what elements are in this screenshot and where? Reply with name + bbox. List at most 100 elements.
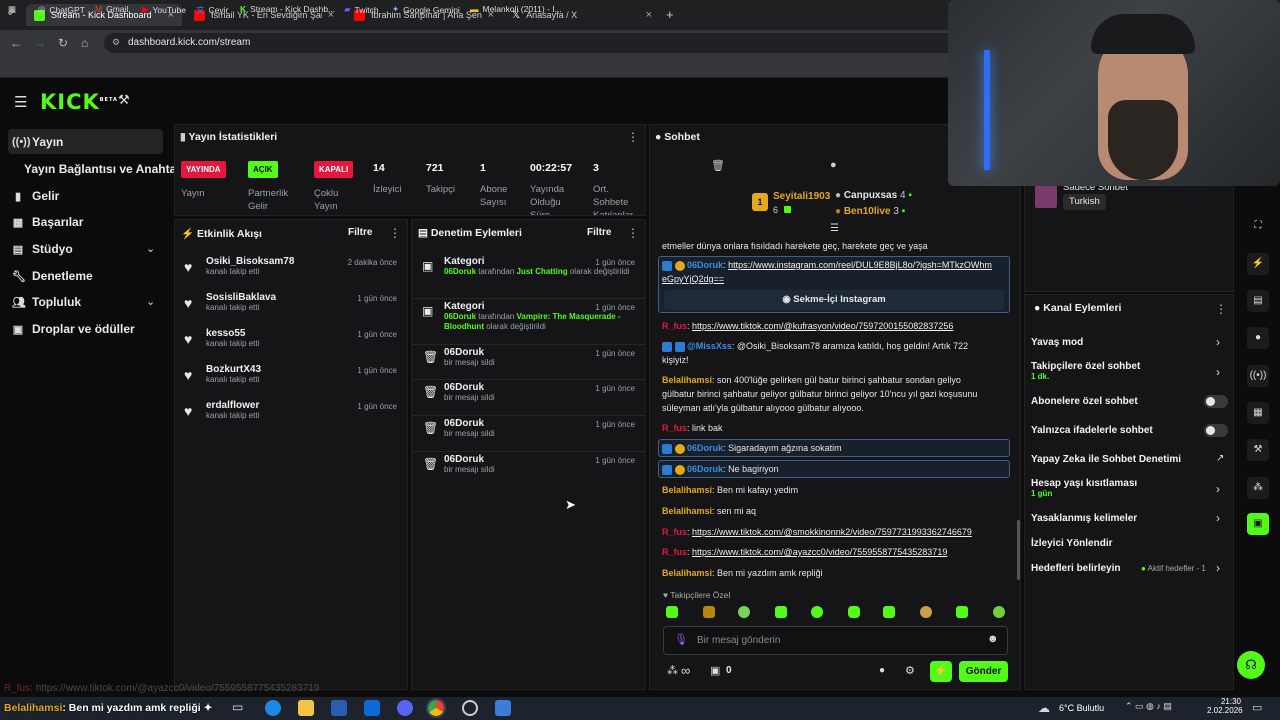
emote-icon[interactable] — [883, 606, 895, 618]
store-icon[interactable] — [331, 700, 347, 716]
url-field[interactable]: dashboard.kick.com/stream — [104, 33, 964, 53]
list-item[interactable]: ♥ SosisliBaklava kanalı takip etti 1 gün … — [175, 292, 407, 326]
chevron-down-icon[interactable]: ⌄ — [146, 295, 155, 308]
sidebar-item-studyo[interactable]: ▤ Stüdyo — [12, 242, 73, 256]
chevron-right-icon[interactable]: › — [1216, 561, 1220, 575]
bookmark-gemini[interactable]: ✦ Google Gemini — [392, 4, 460, 15]
people-icon[interactable]: ⁂ — [1247, 477, 1269, 499]
moderation-filter-button[interactable]: Filtre — [587, 227, 611, 238]
doc-icon[interactable]: ▤ — [1247, 290, 1269, 312]
action-ai-denetim[interactable]: Yapay Zeka ile Sohbet Denetimi — [1031, 454, 1181, 465]
chat-scrollbar[interactable] — [1017, 520, 1020, 580]
emote-icon[interactable] — [703, 606, 715, 618]
trash-icon[interactable]: 🗑︎ — [711, 159, 725, 172]
emote-icon[interactable] — [848, 606, 860, 618]
chat-bubble-icon[interactable]: ● — [830, 159, 837, 171]
action-izleyici-yonlendir[interactable]: İzleyici Yönlendir — [1031, 538, 1113, 549]
chat-bubble-icon[interactable]: ● — [879, 665, 885, 676]
sidebar-item-stream-key[interactable]: Yayın Bağlantısı ve Anahtarı — [24, 162, 184, 176]
emote-icon[interactable] — [920, 606, 932, 618]
bookmark-melankoli[interactable]: ▬ Melankoli (2011) - I... — [470, 4, 562, 14]
bookmark-youtube[interactable]: ▶ YouTube — [142, 4, 186, 15]
emote-icon[interactable] — [956, 606, 968, 618]
new-tab-button[interactable]: + — [666, 7, 674, 22]
action-hesap-yasi[interactable]: Hesap yaşı kısıtlaması 1 gün — [1031, 478, 1137, 498]
wrench-icon[interactable]: ⚒ — [1247, 439, 1269, 461]
chevron-right-icon[interactable]: › — [1216, 482, 1220, 496]
list-item[interactable]: ♥ BozkurtX43 kanalı takip etti 1 gün önce — [175, 364, 407, 398]
list-item[interactable]: ▣ Kategori 06Doruk tarafından Just Chatt… — [412, 256, 645, 299]
bookmark-gmail[interactable]: M Gmail — [95, 4, 128, 14]
chrome-icon[interactable] — [426, 698, 446, 718]
emote-icon[interactable] — [666, 606, 678, 618]
weather-text[interactable]: 6°C Bulutlu — [1059, 703, 1104, 713]
mic-icon[interactable]: 🎙︎ — [674, 633, 688, 646]
action-takipci-sohbet[interactable]: Takipçilere özel sohbet 1 dk. — [1031, 361, 1140, 381]
mail-icon[interactable] — [364, 700, 380, 716]
bookmark-twitch[interactable]: ▰ Twitch — [344, 4, 379, 15]
sidebar-item-yayin[interactable]: ((•)) Yayın — [12, 135, 63, 149]
sidebar-item-gelir[interactable]: ▮ Gelir — [12, 189, 59, 203]
list-item[interactable]: 🗑︎ 06Doruk bir mesajı sildi 1 gün önce — [412, 382, 645, 416]
chat-bubble-icon[interactable]: ● — [1247, 327, 1269, 349]
external-link-icon[interactable]: ↗ — [1216, 453, 1224, 464]
emote-icon[interactable] — [775, 606, 787, 618]
more-icon[interactable]: ⋮ — [1215, 302, 1227, 316]
notification-icon[interactable]: ▭ — [1252, 701, 1262, 714]
list-item[interactable]: ▣ Kategori 06Doruk tarafından Vampire: T… — [412, 301, 645, 345]
reload-icon[interactable]: ↻ — [58, 36, 68, 50]
tray-icons[interactable]: ⌃ ▭ ◍ ♪ ▤ — [1125, 701, 1172, 712]
obs-icon[interactable] — [462, 700, 478, 716]
app-icon[interactable] — [495, 700, 511, 716]
clock[interactable]: 21:30 2.02.2026 — [1207, 697, 1243, 715]
list-item[interactable]: ♥ Osiki_Bisoksam78 kanalı takip etti 2 da… — [175, 256, 407, 290]
clapper-icon[interactable]: ▣ — [1247, 513, 1269, 535]
discord-icon[interactable] — [397, 700, 413, 716]
list-item[interactable]: 🗑︎ 06Doruk bir mesajı sildi 1 gün önce — [412, 418, 645, 452]
emote-icon[interactable] — [811, 606, 823, 618]
more-icon[interactable]: ⋮ — [627, 226, 639, 240]
action-yavas-mod[interactable]: Yavaş mod — [1031, 337, 1083, 348]
bookmark-translate[interactable]: 文 Çevir — [196, 4, 228, 16]
task-view-icon[interactable]: ▭ — [232, 700, 248, 716]
action-yasakli-kelimeler[interactable]: Yasaklanmış kelimeler — [1031, 513, 1137, 524]
top-gifter-3[interactable]: ● Ben10live 3 ▪ — [835, 206, 905, 217]
fullscreen-icon[interactable]: ⛶ — [1247, 215, 1269, 237]
top-gifter-1[interactable]: Seyitali1903 — [773, 191, 830, 202]
action-hedefler[interactable]: Hedefleri belirleyin — [1031, 563, 1120, 574]
close-icon[interactable]: × — [646, 9, 652, 21]
emote-icon[interactable] — [738, 606, 750, 618]
list-item[interactable]: ♥ kesso55 kanalı takip etti 1 gün önce — [175, 328, 407, 362]
hammer-icon[interactable]: ⚒ — [118, 92, 130, 108]
sidebar-item-droplar[interactable]: ▣ Droplar ve ödüller — [12, 322, 135, 336]
sidebar-item-denetleme[interactable]: 🔧︎ Denetleme — [12, 269, 93, 283]
chevron-right-icon[interactable]: › — [1216, 511, 1220, 525]
bookmark-chatgpt[interactable]: ◎ ChatGPT — [38, 4, 85, 15]
chevron-down-icon[interactable]: ⌄ — [146, 242, 155, 255]
more-icon[interactable]: ⋮ — [389, 226, 401, 240]
layout-icon[interactable]: ▦ — [1247, 402, 1269, 424]
list-item[interactable]: ♥ erdalflower kanalı takip etti 1 gün önc… — [175, 400, 407, 434]
gear-icon[interactable]: ⚙ — [905, 664, 915, 677]
more-icon[interactable]: ⋮ — [627, 130, 639, 144]
kick-action-icon[interactable]: ⚡ — [930, 661, 952, 682]
chevron-right-icon[interactable]: › — [1216, 335, 1220, 349]
toggle-abone-sohbet[interactable] — [1204, 395, 1228, 408]
bookmark-kick[interactable]: K Stream - Kick Dashb... — [240, 4, 335, 14]
instagram-embed-button[interactable]: ◉ Sekme-İçi Instagram — [664, 290, 1004, 310]
emote-icon[interactable] — [993, 606, 1005, 618]
sidebar-item-topluluk[interactable]: 👥︎ Topluluk — [12, 295, 81, 309]
kick-logo[interactable]: KICKBETA — [40, 90, 118, 114]
back-icon[interactable]: ← — [10, 36, 22, 50]
list-item[interactable]: 🗑︎ 06Doruk bir mesajı sildi 1 gün önce — [412, 347, 645, 380]
gift-icon[interactable]: ▣ — [710, 664, 720, 677]
menu-icon[interactable]: ☰ — [14, 93, 27, 111]
broadcast-icon[interactable]: ((•)) — [1247, 365, 1269, 387]
send-button[interactable]: Gönder — [959, 661, 1008, 682]
toggle-ifade-sohbet[interactable] — [1204, 424, 1228, 437]
top-gifter-2[interactable]: ● Canpuxsas 4 ▪ — [835, 190, 912, 201]
site-info-icon[interactable]: ⚙ — [112, 37, 120, 48]
edge-icon[interactable] — [265, 700, 281, 716]
apps-icon[interactable]: ▦ — [8, 4, 16, 15]
explorer-icon[interactable] — [298, 700, 314, 716]
